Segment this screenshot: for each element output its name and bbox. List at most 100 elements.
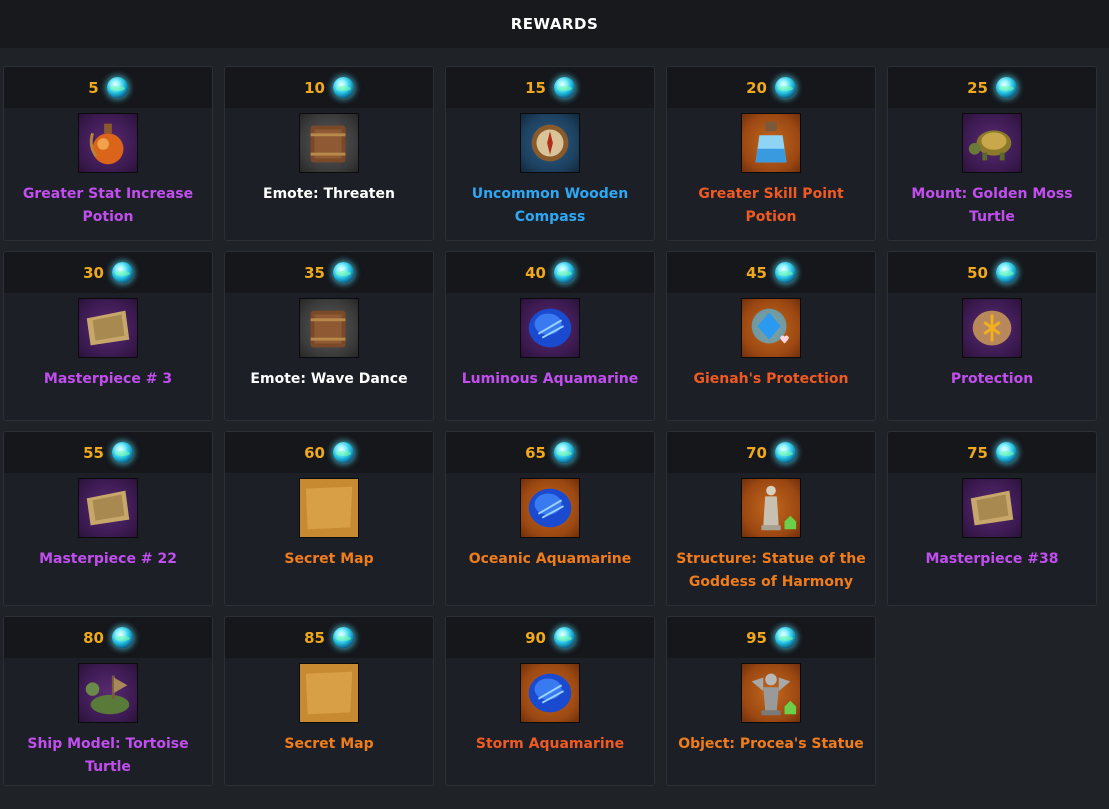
gargoyle-statue-icon xyxy=(741,663,801,723)
reward-name: Ship Model: Tortoise Turtle xyxy=(27,736,189,775)
reward-tier-header: 25 xyxy=(888,67,1096,108)
reward-tier: 45 xyxy=(746,263,767,282)
reward-card-45[interactable]: 45 Gienah's Protection xyxy=(666,251,876,421)
reward-tier-header: 90 xyxy=(446,617,654,658)
reward-tier: 20 xyxy=(746,78,767,97)
reward-card-90[interactable]: 90 Storm Aquamarine xyxy=(445,616,655,786)
reward-name: Secret Map xyxy=(284,736,374,752)
reward-card-60[interactable]: 60 Secret Map xyxy=(224,431,434,606)
reward-tier: 40 xyxy=(525,263,546,282)
reward-tier-header: 30 xyxy=(4,252,212,293)
reward-card-75[interactable]: 75 Masterpiece #38 xyxy=(887,431,1097,606)
reward-tier: 75 xyxy=(967,443,988,462)
reward-tier-header: 55 xyxy=(4,432,212,473)
map-icon xyxy=(299,478,359,538)
turtle-icon xyxy=(962,113,1022,173)
reward-name: Greater Skill Point Potion xyxy=(698,186,844,225)
reward-tier-header: 95 xyxy=(667,617,875,658)
currency-orb-icon xyxy=(332,262,354,283)
reward-card-50[interactable]: 50 Protection xyxy=(887,251,1097,421)
map-icon xyxy=(299,663,359,723)
reward-tier-header: 40 xyxy=(446,252,654,293)
reward-card-30[interactable]: 30 Masterpiece # 3 xyxy=(3,251,213,421)
reward-tier-header: 5 xyxy=(4,67,212,108)
reward-card-20[interactable]: 20 Greater Skill Point Potion xyxy=(666,66,876,241)
reward-card-80[interactable]: 80 Ship Model: Tortoise Turtle xyxy=(3,616,213,786)
reward-card-35[interactable]: 35 Emote: Wave Dance xyxy=(224,251,434,421)
aquamarine-icon xyxy=(520,478,580,538)
currency-orb-icon xyxy=(332,442,354,463)
book-icon xyxy=(299,298,359,358)
reward-tier-header: 65 xyxy=(446,432,654,473)
reward-tier: 85 xyxy=(304,628,325,647)
reward-card-40[interactable]: 40 Luminous Aquamarine xyxy=(445,251,655,421)
reward-tier-header: 85 xyxy=(225,617,433,658)
rewards-header: REWARDS xyxy=(0,0,1109,48)
reward-tier: 95 xyxy=(746,628,767,647)
reward-tier-header: 75 xyxy=(888,432,1096,473)
compass-icon xyxy=(520,113,580,173)
reward-card-55[interactable]: 55 Masterpiece # 22 xyxy=(3,431,213,606)
currency-orb-icon xyxy=(995,262,1017,283)
page-title: REWARDS xyxy=(510,15,599,33)
gem-heart-icon xyxy=(741,298,801,358)
aquamarine-icon xyxy=(520,663,580,723)
reward-name: Masterpiece # 3 xyxy=(43,371,173,387)
reward-tier-header: 70 xyxy=(667,432,875,473)
reward-tier: 70 xyxy=(746,443,767,462)
reward-name: Emote: Wave Dance xyxy=(250,371,408,387)
reward-card-70[interactable]: 70 Structure: Statue of the Goddess of H… xyxy=(666,431,876,606)
reward-tier: 65 xyxy=(525,443,546,462)
painting-icon xyxy=(962,478,1022,538)
currency-orb-icon xyxy=(553,262,575,283)
reward-card-5[interactable]: 5 Greater Stat Increase Potion xyxy=(3,66,213,241)
currency-orb-icon xyxy=(774,627,796,648)
reward-card-10[interactable]: 10 Emote: Threaten xyxy=(224,66,434,241)
reward-tier: 10 xyxy=(304,78,325,97)
reward-name: Emote: Threaten xyxy=(263,186,395,202)
reward-card-15[interactable]: 15 Uncommon Wooden Compass xyxy=(445,66,655,241)
reward-tier: 30 xyxy=(83,263,104,282)
currency-orb-icon xyxy=(332,627,354,648)
reward-name: Greater Stat Increase Potion xyxy=(22,186,194,225)
currency-orb-icon xyxy=(106,77,128,98)
aquamarine-icon xyxy=(520,298,580,358)
reward-tier: 50 xyxy=(967,263,988,282)
statue-icon xyxy=(741,478,801,538)
reward-tier-header: 10 xyxy=(225,67,433,108)
reward-tier: 35 xyxy=(304,263,325,282)
reward-name: Luminous Aquamarine xyxy=(461,371,639,387)
reward-tier: 15 xyxy=(525,78,546,97)
reward-name: Masterpiece # 22 xyxy=(39,551,177,567)
reward-tier: 25 xyxy=(967,78,988,97)
reward-tier-header: 45 xyxy=(667,252,875,293)
reward-tier-header: 60 xyxy=(225,432,433,473)
reward-name: Uncommon Wooden Compass xyxy=(471,186,629,225)
reward-name: Masterpiece #38 xyxy=(925,551,1059,567)
potion-bottle-icon xyxy=(741,113,801,173)
currency-orb-icon xyxy=(553,627,575,648)
reward-card-95[interactable]: 95 Object: Procea's Statue xyxy=(666,616,876,786)
reward-name: Object: Procea's Statue xyxy=(678,736,864,752)
currency-orb-icon xyxy=(111,627,133,648)
reward-card-25[interactable]: 25 Mount: Golden Moss Turtle xyxy=(887,66,1097,241)
reward-name: Gienah's Protection xyxy=(693,371,849,387)
reward-tier: 5 xyxy=(88,78,99,97)
reward-tier-header: 20 xyxy=(667,67,875,108)
currency-orb-icon xyxy=(774,262,796,283)
reward-card-85[interactable]: 85 Secret Map xyxy=(224,616,434,786)
reward-tier-header: 15 xyxy=(446,67,654,108)
currency-orb-icon xyxy=(995,442,1017,463)
currency-orb-icon xyxy=(774,442,796,463)
reward-card-65[interactable]: 65 Oceanic Aquamarine xyxy=(445,431,655,606)
currency-orb-icon xyxy=(111,262,133,283)
painting-icon xyxy=(78,298,138,358)
ship-turtle-icon xyxy=(78,663,138,723)
reward-tier: 90 xyxy=(525,628,546,647)
currency-orb-icon xyxy=(774,77,796,98)
currency-orb-icon xyxy=(995,77,1017,98)
currency-orb-icon xyxy=(332,77,354,98)
reward-name: Oceanic Aquamarine xyxy=(468,551,632,567)
reward-tier: 80 xyxy=(83,628,104,647)
currency-orb-icon xyxy=(553,442,575,463)
